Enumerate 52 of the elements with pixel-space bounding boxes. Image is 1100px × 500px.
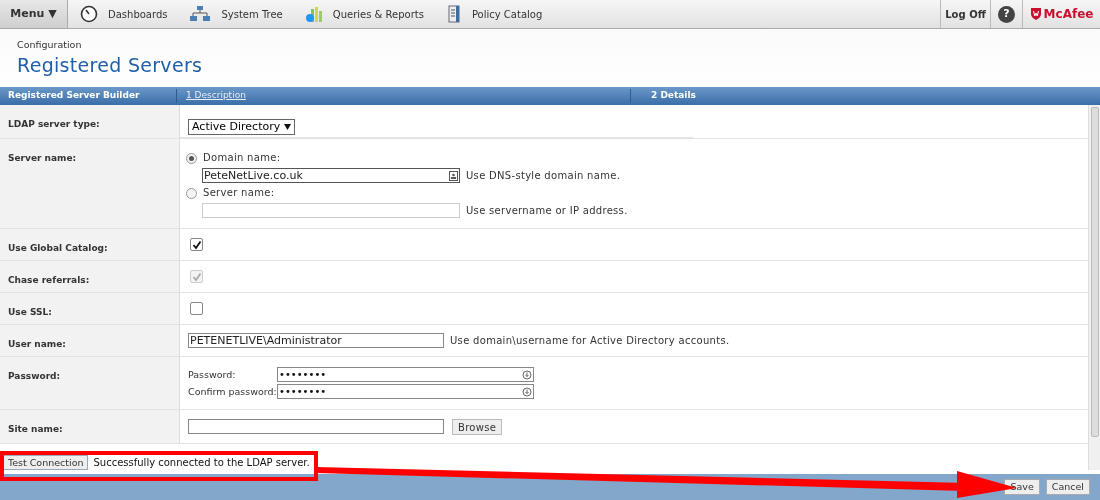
radio-label: Server name: — [203, 186, 275, 200]
field-label: Password: — [8, 371, 61, 381]
builder-title: Registered Server Builder — [0, 89, 177, 103]
log-off-button[interactable]: Log Off — [940, 0, 990, 28]
wizard-step[interactable]: 1 Description — [177, 89, 630, 103]
hint-text: Use domain\username for Active Directory accounts. — [450, 334, 730, 348]
caret-icon — [284, 124, 292, 131]
scrollbar[interactable] — [1088, 105, 1100, 470]
chart-icon — [304, 5, 323, 23]
server-type-dropdown[interactable]: Active Directory — [188, 119, 296, 136]
radio-label: Domain name: — [203, 151, 281, 165]
gauge-icon — [80, 5, 98, 23]
status-message: Successfully connected to the LDAP server. — [93, 456, 310, 470]
field-label: LDAP server type: — [8, 119, 100, 129]
hint-text: Use DNS-style domain name. — [466, 168, 621, 183]
brand-logo-text: McAfee — [1043, 6, 1094, 23]
field-label: Use Global Catalog: — [8, 243, 108, 253]
checkbox[interactable] — [190, 302, 203, 315]
nav-link[interactable]: Dashboards — [80, 5, 168, 23]
field-label: Server name: — [8, 153, 77, 163]
book-icon — [445, 5, 462, 23]
server-name-field[interactable]: PeteNetLive.co.uk — [202, 168, 460, 183]
wizard-step[interactable]: 2 Details — [630, 89, 696, 103]
radio-button[interactable] — [186, 187, 197, 199]
test-connection-button[interactable]: Test Connection — [3, 455, 89, 470]
network-icon — [189, 5, 212, 23]
help-button[interactable]: ? — [998, 5, 1015, 23]
field-label: Password: — [188, 367, 237, 382]
checkbox[interactable] — [190, 238, 203, 251]
nav-link[interactable]: Policy Catalog — [445, 5, 543, 23]
radio-button[interactable] — [186, 152, 197, 164]
field-label: Use SSL: — [8, 307, 52, 317]
user-name-field[interactable]: PETENETLIVE\Administrator — [188, 333, 444, 348]
site-name-field[interactable] — [188, 419, 444, 434]
nav-link[interactable]: Queries & Reports — [304, 5, 424, 23]
field-label: User name: — [8, 339, 66, 349]
field-label: Site name: — [8, 424, 63, 434]
nav-link[interactable]: System Tree — [189, 5, 283, 23]
footer-button[interactable]: Save — [1004, 479, 1040, 495]
contact-card-icon — [449, 170, 458, 181]
server-name-field[interactable] — [202, 203, 460, 218]
shield-icon — [1029, 7, 1042, 21]
footer-button[interactable]: Cancel — [1045, 479, 1090, 495]
password-field[interactable]: •••••••• — [277, 367, 534, 382]
breadcrumb: Configuration — [17, 38, 83, 52]
page-title: Registered Servers — [17, 53, 204, 79]
hint-text: Use servername or IP address. — [466, 203, 628, 218]
menu-button[interactable]: Menu ▼ — [0, 0, 68, 28]
field-label: Confirm password: — [188, 384, 277, 399]
browse-button[interactable]: Browse — [452, 418, 503, 435]
password-field[interactable]: •••••••• — [277, 384, 534, 399]
field-label: Chase referrals: — [8, 275, 90, 285]
